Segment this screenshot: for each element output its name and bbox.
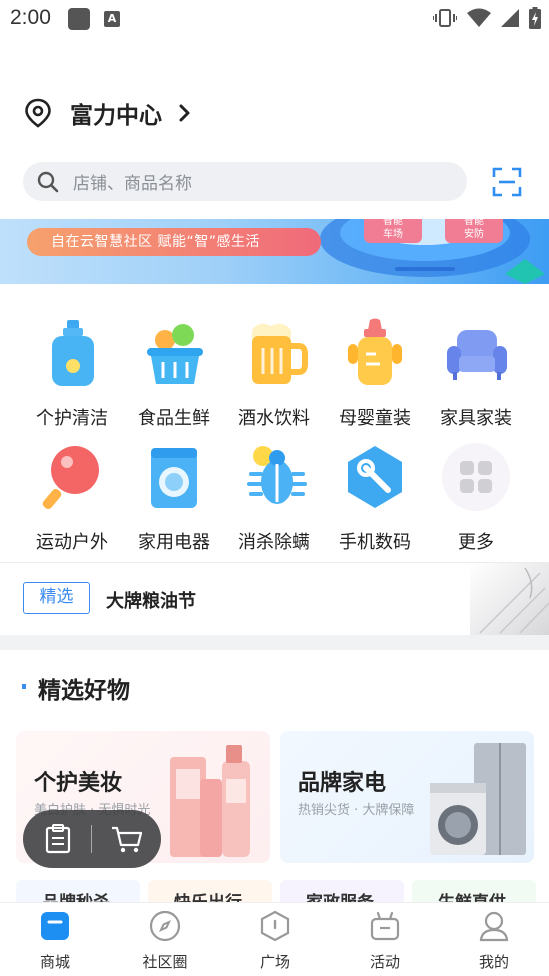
card-title: 品牌家电 xyxy=(298,771,387,796)
location-selector[interactable]: 富力中心 xyxy=(24,96,192,130)
card-appliances[interactable]: 品牌家电 热销尖货 · 大牌保障 xyxy=(280,731,534,863)
tab-label: 我的 xyxy=(478,953,509,971)
more-grid-icon xyxy=(441,442,511,512)
tab-community[interactable]: 社区圈 xyxy=(110,903,220,976)
search-icon xyxy=(37,171,59,192)
category-label: 家具家装 xyxy=(440,408,512,429)
fruit-basket-icon xyxy=(139,318,209,388)
ping-pong-paddle-icon xyxy=(37,442,107,512)
profile-icon xyxy=(479,911,509,942)
category-baby[interactable]: 母婴童装 xyxy=(325,318,425,429)
featured-strip-text[interactable]: 大牌粮油节 xyxy=(106,587,196,613)
cosmetics-image xyxy=(170,745,250,857)
lotion-bottle-icon xyxy=(37,318,107,388)
card-title: 个护美妆 xyxy=(34,771,123,796)
fab-separator xyxy=(91,825,92,853)
appliances-image xyxy=(430,743,526,855)
cart-icon[interactable] xyxy=(111,826,143,854)
beer-mug-icon xyxy=(239,318,309,388)
banner-chip-parking: 智能 车场 xyxy=(364,219,422,243)
square-icon xyxy=(260,910,290,942)
status-icons xyxy=(433,7,541,29)
category-sports[interactable]: 运动户外 xyxy=(22,442,122,553)
tab-profile[interactable]: 我的 xyxy=(439,903,549,976)
category-label: 更多 xyxy=(458,532,494,553)
category-label: 酒水饮料 xyxy=(238,408,310,429)
floating-action-bar xyxy=(23,810,161,868)
compass-icon xyxy=(149,910,181,942)
location-name: 富力中心 xyxy=(70,103,162,129)
category-digital[interactable]: 手机数码 xyxy=(325,442,425,553)
location-pin-icon xyxy=(25,98,51,128)
search-placeholder: 店铺、商品名称 xyxy=(73,174,192,194)
section-title: 精选好物 xyxy=(38,678,130,704)
search-input[interactable]: 店铺、商品名称 xyxy=(23,162,467,201)
tab-bar: 商城 社区圈 广场 活动 我的 xyxy=(0,902,549,976)
phone-tool-icon xyxy=(340,442,410,512)
sofa-icon xyxy=(441,318,511,388)
notification-icon xyxy=(68,8,90,30)
tab-square[interactable]: 广场 xyxy=(220,903,330,976)
app-page: 2:00 A 富力中心 店铺、商品名称 自在云智慧社区 赋能“智”感生活 智能 … xyxy=(0,0,549,976)
category-label: 运动户外 xyxy=(36,532,108,553)
battery-charging-icon xyxy=(529,7,541,29)
divider xyxy=(0,562,549,563)
activity-bag-icon xyxy=(370,911,400,941)
tab-label: 活动 xyxy=(369,953,400,971)
card-subtitle: 热销尖货 · 大牌保障 xyxy=(298,803,415,818)
tab-label: 广场 xyxy=(259,953,290,971)
vibrate-icon xyxy=(433,9,457,27)
baby-bottle-icon xyxy=(340,318,410,388)
category-drinks[interactable]: 酒水饮料 xyxy=(224,318,324,429)
category-label: 手机数码 xyxy=(339,532,411,553)
signal-icon xyxy=(501,9,519,27)
featured-strip-image xyxy=(470,563,549,635)
washing-machine-icon xyxy=(139,442,209,512)
wifi-icon xyxy=(467,8,491,27)
tab-label: 商城 xyxy=(39,953,70,971)
scan-icon[interactable] xyxy=(492,167,522,197)
section-gap xyxy=(0,635,549,650)
category-label: 消杀除螨 xyxy=(238,532,310,553)
category-food[interactable]: 食品生鲜 xyxy=(124,318,224,429)
status-time: 2:00 xyxy=(10,6,51,29)
section-marker xyxy=(22,684,26,689)
category-more[interactable]: 更多 xyxy=(426,442,526,553)
featured-tag: 精选 xyxy=(23,582,90,614)
category-label: 家用电器 xyxy=(138,532,210,553)
tab-activity[interactable]: 活动 xyxy=(330,903,440,976)
category-pest-control[interactable]: 消杀除螨 xyxy=(224,442,324,553)
shop-icon xyxy=(41,912,69,940)
app-notification-icon: A xyxy=(104,11,120,27)
status-bar: 2:00 A xyxy=(0,0,549,36)
promo-banner[interactable]: 自在云智慧社区 赋能“智”感生活 智能 车场 智能 安防 xyxy=(0,219,549,284)
category-personal-care[interactable]: 个护清洁 xyxy=(22,318,122,429)
category-label: 食品生鲜 xyxy=(138,408,210,429)
bug-icon xyxy=(239,442,309,512)
banner-chip-security: 智能 安防 xyxy=(445,219,503,243)
category-label: 个护清洁 xyxy=(36,408,108,429)
tab-mall[interactable]: 商城 xyxy=(0,903,110,976)
banner-slogan: 自在云智慧社区 赋能“智”感生活 xyxy=(27,228,321,256)
category-appliances[interactable]: 家用电器 xyxy=(124,442,224,553)
tab-label: 社区圈 xyxy=(142,953,188,971)
category-furniture[interactable]: 家具家装 xyxy=(426,318,526,429)
order-list-icon[interactable] xyxy=(45,824,71,854)
category-label: 母婴童装 xyxy=(339,408,411,429)
chevron-right-icon xyxy=(179,104,190,122)
